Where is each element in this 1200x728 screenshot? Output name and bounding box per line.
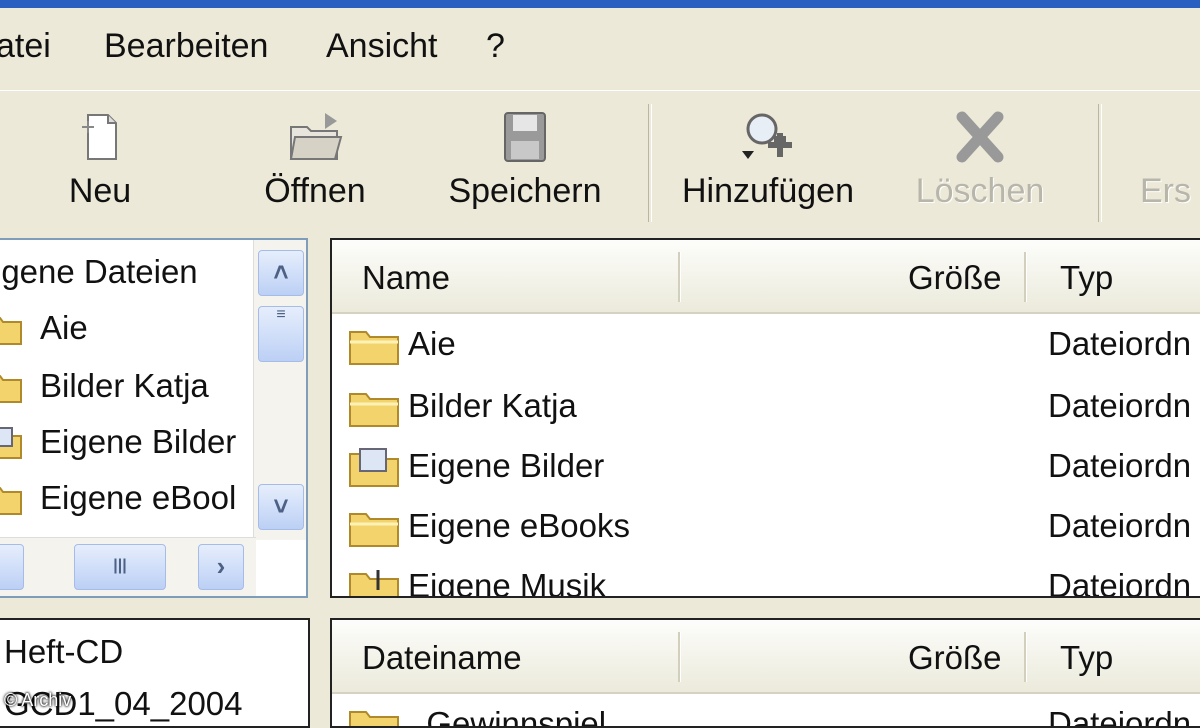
partial-label: Ers <box>1140 172 1191 210</box>
save-label: Speichern <box>448 172 602 210</box>
toolbar: Neu Öffnen Speichern Hinzufügen Löschen <box>0 90 1200 231</box>
scroll-thumb[interactable]: ≡ <box>258 306 304 362</box>
cd-list-column-header: Dateiname Größe Typ <box>332 620 1200 694</box>
delete-label: Löschen <box>915 172 1045 210</box>
folder-icon <box>0 375 22 403</box>
window-title-strip <box>0 0 1200 8</box>
folder-icon <box>349 331 399 365</box>
column-divider[interactable] <box>678 252 681 302</box>
add-magnifier-icon <box>742 113 792 159</box>
column-size-header[interactable]: Größe <box>908 240 1002 312</box>
folder-icon <box>349 711 399 726</box>
toolbar-separator <box>648 104 652 222</box>
menu-ansicht[interactable]: Ansicht <box>326 26 438 66</box>
tree-vertical-scrollbar[interactable]: ˄ ≡ ˅ <box>253 240 306 540</box>
menu-help[interactable]: ? <box>486 26 505 66</box>
pictures-folder-icon <box>0 427 22 459</box>
list-column-header: Name Größe Typ <box>332 240 1200 314</box>
add-label: Hinzufügen <box>681 172 854 210</box>
folder-icon <box>0 317 22 345</box>
pictures-folder-icon <box>349 448 399 487</box>
menu-bar: atei Bearbeiten Ansicht ? <box>0 8 1200 80</box>
horizontal-scroll-thumb[interactable]: ||| <box>74 544 166 590</box>
open-label: Öffnen <box>264 172 366 210</box>
open-folder-icon <box>289 113 343 160</box>
column-divider[interactable] <box>678 632 681 682</box>
open-button[interactable]: Öffnen <box>250 91 380 221</box>
column-type-header[interactable]: Typ <box>1060 620 1113 692</box>
menu-bearbeiten[interactable]: Bearbeiten <box>104 26 268 66</box>
file-row[interactable]: Eigene Musik Dateiordn <box>332 556 1200 596</box>
file-row[interactable]: Bilder Katja Dateiordn <box>332 376 1200 436</box>
cd-tree-pane: Heft-CD GCD1_04_2004 <box>0 618 310 728</box>
cd-file-list-pane: Dateiname Größe Typ _Gewinnspiel Dateior… <box>330 618 1200 728</box>
column-filename-header[interactable]: Dateiname <box>362 620 522 692</box>
delete-button[interactable]: Löschen <box>910 91 1050 221</box>
file-row[interactable]: Eigene Bilder Dateiordn <box>332 436 1200 496</box>
partial-icon <box>1165 109 1200 165</box>
save-disk-icon <box>504 112 546 162</box>
folder-icon <box>349 513 399 547</box>
scroll-down-icon[interactable]: ˅ <box>258 484 304 530</box>
folder-icon <box>0 487 22 515</box>
add-button[interactable]: Hinzufügen <box>670 91 866 221</box>
folder-tree-pane: igene Dateien Aie Bilder Katja Eigene Bi… <box>0 238 308 598</box>
column-divider[interactable] <box>1024 252 1027 302</box>
file-row[interactable]: Eigene eBooks Dateiordn <box>332 496 1200 556</box>
scroll-up-icon[interactable]: ˄ <box>258 250 304 296</box>
copyright-credit: © Archiv <box>4 690 72 710</box>
file-list-pane: Name Größe Typ Aie Dateiordn Bilder Katj… <box>330 238 1200 598</box>
column-size-header[interactable]: Größe <box>908 620 1002 692</box>
file-row[interactable]: Aie Dateiordn <box>332 314 1200 374</box>
file-row[interactable]: _Gewinnspiel Dateiordn <box>332 694 1200 726</box>
toolbar-separator <box>1098 104 1102 222</box>
folder-icon <box>349 393 399 427</box>
column-divider[interactable] <box>1024 632 1027 682</box>
new-button[interactable]: Neu <box>40 91 160 221</box>
delete-x-icon <box>956 111 1004 163</box>
column-name-header[interactable]: Name <box>362 240 450 312</box>
scroll-left-icon[interactable] <box>0 544 24 590</box>
column-type-header[interactable]: Typ <box>1060 240 1113 312</box>
new-label: Neu <box>68 172 132 210</box>
menu-datei[interactable]: atei <box>0 26 51 66</box>
new-document-icon <box>82 114 117 160</box>
partial-toolbar-button[interactable]: Ers <box>1140 91 1200 221</box>
save-button[interactable]: Speichern <box>440 91 610 221</box>
cd-tree-item[interactable]: Heft-CD <box>4 632 123 672</box>
music-folder-icon <box>349 570 399 596</box>
scroll-right-icon[interactable]: › <box>198 544 244 590</box>
tree-horizontal-scrollbar[interactable]: ||| › <box>0 537 256 596</box>
